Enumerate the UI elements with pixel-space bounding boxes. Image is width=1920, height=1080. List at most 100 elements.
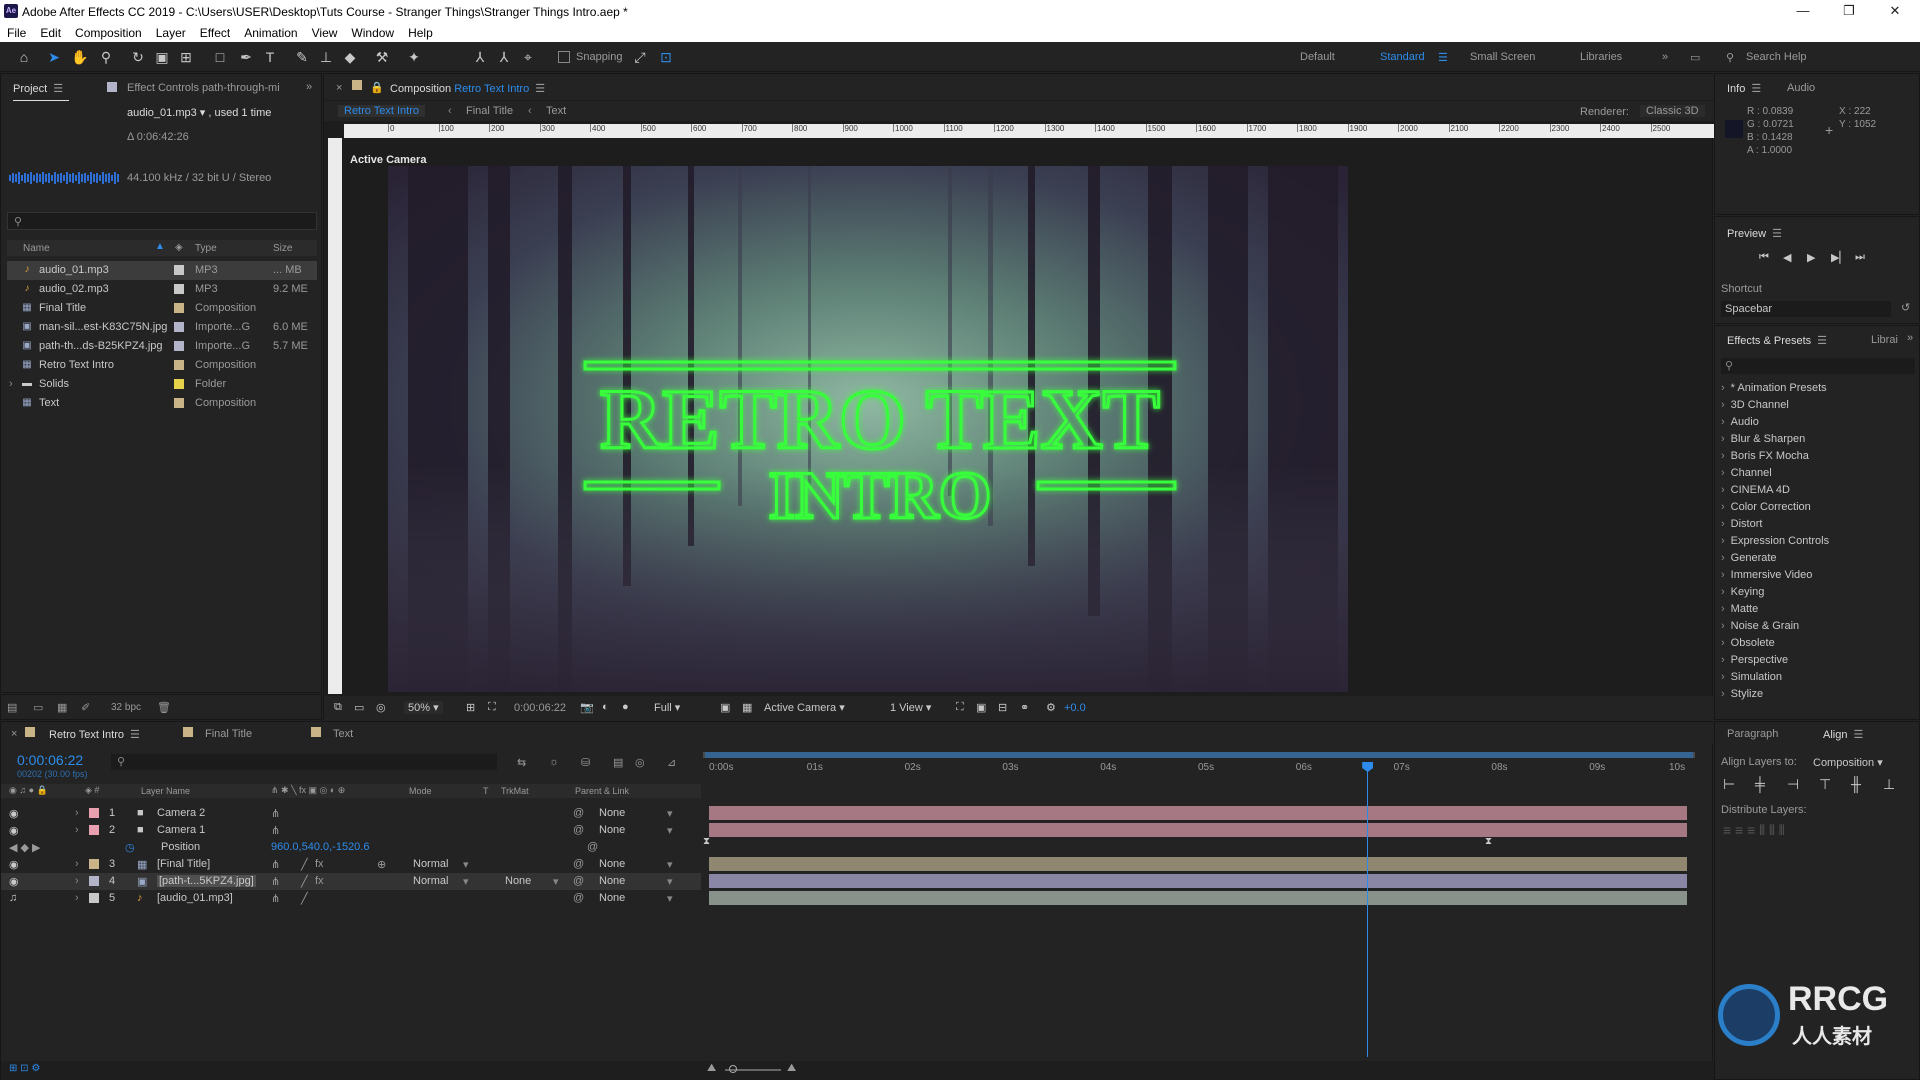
expand-arrow-icon[interactable]: › (1721, 416, 1725, 428)
reset-icon[interactable]: ↺ (1901, 301, 1910, 314)
collapse-transform-icon[interactable]: ⋔ (271, 807, 280, 820)
workspace-default[interactable]: Default (1300, 51, 1335, 63)
nav-final-title[interactable]: Final Title (466, 105, 513, 117)
menu-edit[interactable]: Edit (33, 24, 68, 40)
channel-icon[interactable]: ● (622, 701, 629, 713)
snap-options-icon[interactable]: ⤢ (630, 47, 650, 67)
home-icon[interactable]: ⌂ (14, 47, 34, 67)
layer-duration-bar[interactable] (709, 823, 1687, 837)
viewer-timecode[interactable]: 0:00:06:22 (514, 702, 566, 714)
composition-viewer[interactable]: RETRO TEXT INTRO (388, 166, 1348, 692)
column-type[interactable]: Type (195, 243, 217, 254)
expand-arrow-icon[interactable]: › (1721, 637, 1725, 649)
parent-dropdown[interactable]: None (599, 875, 625, 887)
renderer-dropdown[interactable]: Classic 3D (1640, 105, 1705, 117)
expand-arrow-icon[interactable]: › (75, 892, 79, 904)
expand-arrow-icon[interactable]: › (1721, 552, 1725, 564)
label-swatch[interactable] (174, 284, 184, 294)
close-icon[interactable]: ✕ (1880, 3, 1910, 19)
chevron-down-icon[interactable]: ▾ (667, 824, 673, 837)
expand-arrow-icon[interactable]: › (75, 824, 79, 836)
project-item[interactable]: ♪ audio_02.mp3 MP3 9.2 ME (7, 280, 317, 299)
work-area-range[interactable] (705, 752, 1693, 758)
frame-blending-icon[interactable]: ▤ (613, 756, 623, 769)
layer-name[interactable]: [Final Title] (157, 858, 210, 870)
type-tool-icon[interactable]: T (260, 47, 280, 67)
effects-category-item[interactable]: › Blur & Sharpen (1721, 433, 1805, 445)
work-area-bar[interactable] (703, 752, 1695, 758)
label-swatch[interactable] (174, 398, 184, 408)
project-item[interactable]: ▦ Text Composition (7, 394, 317, 413)
effects-search-input[interactable]: ⚲ (1721, 358, 1915, 374)
menu-window[interactable]: Window (344, 24, 401, 40)
align-target-dropdown[interactable]: Composition ▾ (1813, 756, 1883, 769)
collapse-transform-icon[interactable]: ⋔ (271, 892, 280, 905)
effects-category-item[interactable]: › Noise & Grain (1721, 620, 1799, 632)
grid-icon[interactable]: ⊞ (466, 701, 475, 714)
effects-menu-icon[interactable]: ☰ (1817, 335, 1827, 347)
nav-retro-text-intro[interactable]: Retro Text Intro (338, 105, 425, 117)
graph-editor-icon[interactable]: ⊿ (667, 756, 676, 769)
rectangle-tool-icon[interactable]: □ (210, 47, 230, 67)
transparency-grid-icon[interactable]: ▦ (742, 701, 752, 714)
new-composition-icon[interactable]: ▦ (57, 701, 67, 714)
reset-exposure-icon[interactable]: ⚭ (1020, 701, 1029, 714)
tab-info[interactable]: Info ☰ (1727, 82, 1761, 95)
expand-arrow-icon[interactable]: › (75, 858, 79, 870)
view-layout-dropdown[interactable]: 1 View ▾ (890, 701, 931, 714)
first-frame-icon[interactable]: ⏮ (1759, 251, 1769, 264)
exposure-icon[interactable]: ⚙ (1046, 701, 1056, 714)
expand-arrow-icon[interactable]: › (1721, 671, 1725, 683)
effects-category-item[interactable]: › Stylize (1721, 688, 1763, 700)
quality-switch-icon[interactable]: ╱ (301, 875, 308, 888)
collapse-transform-icon[interactable]: ⋔ (271, 875, 280, 888)
play-icon[interactable]: ▶ (1807, 251, 1815, 264)
menu-effect[interactable]: Effect (193, 24, 237, 40)
tab-timeline-final-title[interactable]: Final Title (205, 728, 252, 740)
zoom-slider-knob[interactable] (729, 1065, 737, 1073)
expand-arrow-icon[interactable]: › (1721, 654, 1725, 666)
column-mode[interactable]: Mode (409, 786, 432, 796)
chevron-down-icon[interactable]: ▾ (463, 858, 469, 871)
mask-visibility-icon[interactable]: ◎ (376, 701, 386, 714)
project-item[interactable]: ▣ path-th...ds-B25KPZ4.jpg Importe...G 5.7 … (7, 337, 317, 356)
expand-arrow-icon[interactable]: › (1721, 620, 1725, 632)
tab-libraries[interactable]: Librai (1871, 334, 1898, 346)
eraser-tool-icon[interactable]: ◆ (340, 47, 360, 67)
visibility-eye-icon[interactable]: ◉ (9, 807, 19, 820)
nav-text[interactable]: Text (546, 105, 566, 117)
snapshot-icon[interactable]: 📷 (580, 701, 594, 714)
roto-brush-tool-icon[interactable]: ⚒ (372, 47, 392, 67)
expand-arrow-icon[interactable]: › (9, 378, 13, 390)
effects-category-item[interactable]: › 3D Channel (1721, 399, 1789, 411)
label-swatch[interactable] (174, 303, 184, 313)
composition-menu-icon[interactable]: ☰ (535, 83, 545, 95)
expand-arrow-icon[interactable]: › (1721, 501, 1725, 513)
tab-align[interactable]: Align ☰ (1823, 728, 1863, 741)
layer-row[interactable]: ♫ › 5 ♪ [audio_01.mp3] ⋔ ╱ @ None ▾ (1, 890, 701, 907)
expand-arrow-icon[interactable]: › (1721, 518, 1725, 530)
tab-timeline-text[interactable]: Text (333, 728, 353, 740)
label-swatch[interactable] (174, 360, 184, 370)
effects-category-item[interactable]: › Boris FX Mocha (1721, 450, 1809, 462)
3d-view-dropdown[interactable]: Active Camera ▾ (764, 701, 845, 714)
maximize-icon[interactable]: ❐ (1834, 3, 1864, 19)
effects-category-item[interactable]: › Immersive Video (1721, 569, 1812, 581)
clone-stamp-tool-icon[interactable]: ⊥ (316, 47, 336, 67)
expression-pickwhip-icon[interactable]: @ (587, 841, 598, 853)
effects-category-item[interactable]: › Perspective (1721, 654, 1788, 666)
effects-category-item[interactable]: › Color Correction (1721, 501, 1811, 513)
project-item[interactable]: ▦ Final Title Composition (7, 299, 317, 318)
keyframe-end-icon[interactable]: ⧗ (1485, 836, 1492, 847)
align-horizontal-center-icon[interactable]: ╪ (1755, 776, 1765, 792)
motion-blur-icon[interactable]: ◎ (635, 756, 645, 769)
align-menu-icon[interactable]: ☰ (1853, 729, 1863, 741)
chevron-down-icon[interactable]: ▾ (667, 875, 673, 888)
draft-3d-icon[interactable]: ☼ (549, 756, 559, 768)
snap-grid-icon[interactable]: ⊡ (656, 47, 676, 67)
tab-paragraph[interactable]: Paragraph (1727, 728, 1778, 740)
expand-arrow-icon[interactable]: › (1721, 688, 1725, 700)
project-settings-icon[interactable]: ✐ (81, 701, 90, 714)
pen-tool-icon[interactable]: ✒ (236, 47, 256, 67)
view-axis-icon[interactable]: ⌖ (518, 47, 538, 67)
